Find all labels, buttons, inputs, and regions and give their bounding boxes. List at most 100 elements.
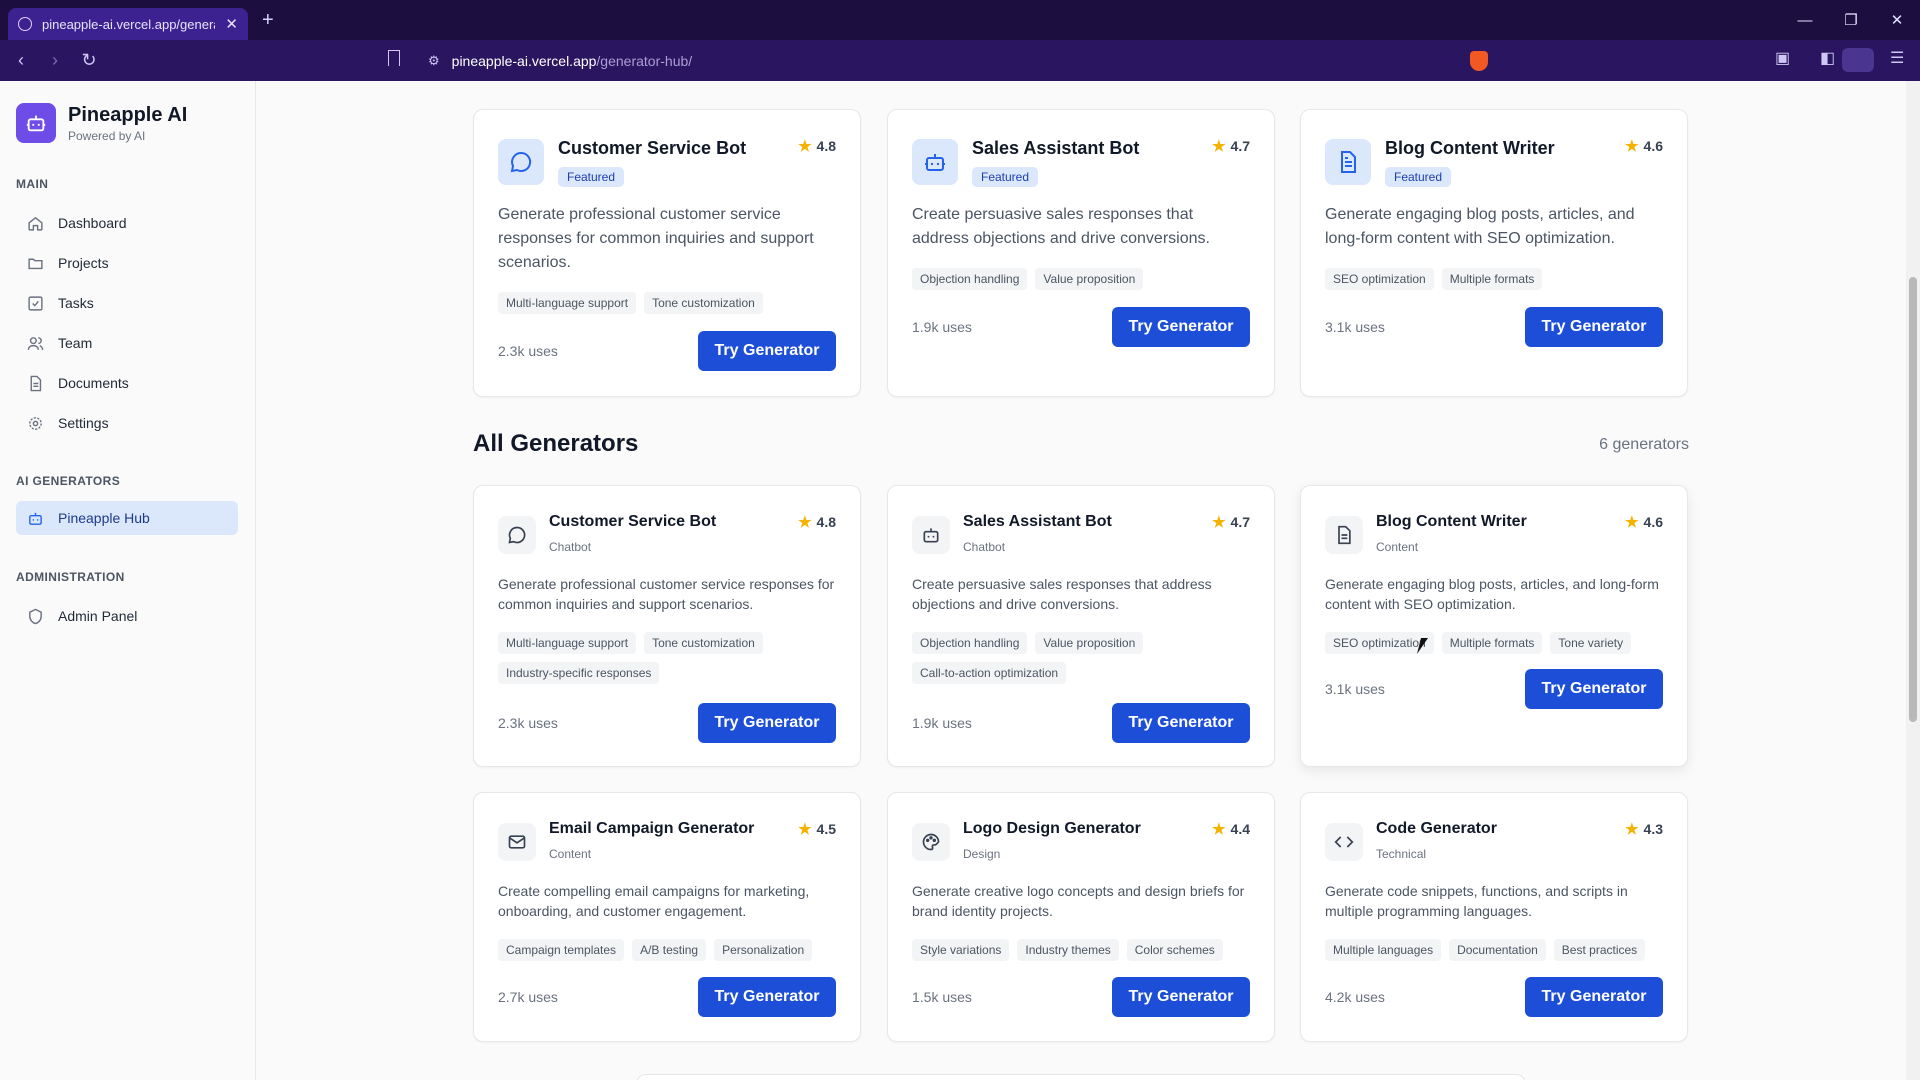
card-title: Logo Design Generator <box>963 820 1141 837</box>
rating: ★ 4.7 <box>1212 513 1250 531</box>
shield-icon <box>26 607 44 625</box>
document-icon <box>1325 516 1363 554</box>
generator-card: Email Campaign Generator ★ 4.5 Content Cr… <box>473 792 861 1042</box>
users-icon <box>26 334 44 352</box>
reload-icon[interactable]: ↻ <box>76 50 102 71</box>
tag: Multiple formats <box>1441 268 1543 290</box>
card-category: Content <box>1376 540 1419 554</box>
tag-list: Multi-language support Tone customizatio… <box>498 632 840 684</box>
tag: Objection handling <box>912 632 1028 654</box>
tag: Documentation <box>1449 939 1546 961</box>
sidebar-item-tasks[interactable]: Tasks <box>16 286 238 320</box>
star-icon: ★ <box>798 138 812 155</box>
back-icon[interactable]: ‹ <box>8 50 34 71</box>
menu-icon[interactable]: ☰ <box>1890 48 1904 68</box>
checkbox-icon <box>26 294 44 312</box>
tag: Tone customization <box>644 292 763 314</box>
sidebar-item-dashboard[interactable]: Dashboard <box>16 206 238 240</box>
restore-icon[interactable]: ❐ <box>1828 0 1874 40</box>
try-generator-button[interactable]: Try Generator <box>1525 977 1663 1017</box>
card-category: Content <box>549 847 592 861</box>
card-title: Blog Content Writer <box>1376 513 1527 530</box>
try-generator-button[interactable]: Try Generator <box>1525 669 1663 709</box>
card-description: Create compelling email campaigns for ma… <box>498 883 810 919</box>
card-title: Sales Assistant Bot <box>972 138 1140 158</box>
minimize-icon[interactable]: — <box>1782 0 1828 40</box>
new-tab-button[interactable]: + <box>262 9 274 32</box>
tag: A/B testing <box>632 939 707 961</box>
star-icon: ★ <box>798 821 812 838</box>
palette-icon <box>912 823 950 861</box>
card-title: Sales Assistant Bot <box>963 513 1112 530</box>
featured-card: Sales Assistant Bot ★ 4.7 Featured Create… <box>887 109 1275 397</box>
robot-icon <box>912 516 950 554</box>
tag-list: Multiple languages Documentation Best pr… <box>1325 939 1667 961</box>
bookmark-icon[interactable] <box>388 50 400 66</box>
tab-title: pineapple-ai.vercel.app/generato <box>42 16 216 32</box>
rating: ★ 4.3 <box>1625 820 1663 838</box>
try-generator-button[interactable]: Try Generator <box>1112 307 1250 347</box>
tag: Multi-language support <box>498 292 637 314</box>
gear-icon <box>26 414 44 432</box>
star-icon: ★ <box>1212 821 1226 838</box>
sidebar-item-team[interactable]: Team <box>16 326 238 360</box>
rating-value: 4.6 <box>1643 138 1663 154</box>
sidebar-item-documents[interactable]: Documents <box>16 366 238 400</box>
sidebar-item-label: Team <box>58 335 93 351</box>
close-tab-icon[interactable]: ✕ <box>225 15 238 33</box>
generator-card: Sales Assistant Bot ★ 4.7 Chatbot Create … <box>887 485 1275 767</box>
sidebar-toggle-icon[interactable]: ◧ <box>1820 48 1835 68</box>
tag: Value proposition <box>1035 632 1144 654</box>
address-bar: ‹ › ↻ ⚙ pineapple-ai.vercel.app/generato… <box>0 40 1920 81</box>
forward-icon[interactable]: › <box>42 50 68 71</box>
usage-count: 1.5k uses <box>912 989 972 1005</box>
generator-card: Customer Service Bot ★ 4.8 Chatbot Genera… <box>473 485 861 767</box>
generator-card: Blog Content Writer ★ 4.6 Content Generat… <box>1300 485 1688 767</box>
rating: ★ 4.7 <box>1212 137 1250 155</box>
sidebar-item-pineapple-hub[interactable]: Pineapple Hub <box>16 501 238 535</box>
rating: ★ 4.4 <box>1212 820 1250 838</box>
try-generator-button[interactable]: Try Generator <box>698 703 836 743</box>
window-close-icon[interactable]: ✕ <box>1874 0 1920 40</box>
sidebar-item-label: Admin Panel <box>58 608 138 624</box>
url-path: /generator-hub/ <box>596 52 693 69</box>
tag: Objection handling <box>912 268 1028 290</box>
generator-card: Logo Design Generator ★ 4.4 Design Genera… <box>887 792 1275 1042</box>
usage-count: 2.3k uses <box>498 343 558 359</box>
page-scrollbar[interactable] <box>1906 81 1920 1080</box>
star-icon: ★ <box>1625 138 1639 155</box>
extensions-button[interactable] <box>1842 48 1874 72</box>
section-title: All Generators <box>473 430 639 457</box>
star-icon: ★ <box>1212 514 1226 531</box>
brave-shield-icon[interactable] <box>1470 51 1488 71</box>
sidebar-item-admin-panel[interactable]: Admin Panel <box>16 599 238 633</box>
url-field[interactable]: ⚙ pineapple-ai.vercel.app/generator-hub/ <box>418 46 1494 75</box>
card-category: Chatbot <box>963 540 1006 554</box>
card-category: Technical <box>1376 847 1427 861</box>
site-settings-icon[interactable]: ⚙ <box>428 53 440 69</box>
try-generator-button[interactable]: Try Generator <box>1112 703 1250 743</box>
browser-tab[interactable]: pineapple-ai.vercel.app/generato ✕ <box>8 8 248 40</box>
try-generator-button[interactable]: Try Generator <box>698 977 836 1017</box>
featured-card: Customer Service Bot ★ 4.8 Featured Gener… <box>473 109 861 397</box>
tag: Tone customization <box>644 632 763 654</box>
rating: ★ 4.6 <box>1625 137 1663 155</box>
card-description: Create persuasive sales responses that a… <box>912 206 1210 247</box>
card-title: Customer Service Bot <box>549 513 717 530</box>
rating-value: 4.7 <box>1230 138 1250 154</box>
robot-logo-icon <box>16 103 56 143</box>
card-description: Generate code snippets, functions, and s… <box>1325 883 1628 919</box>
try-generator-button[interactable]: Try Generator <box>1112 977 1250 1017</box>
try-generator-button[interactable]: Try Generator <box>1525 307 1663 347</box>
sidebar-item-settings[interactable]: Settings <box>16 406 238 440</box>
brand[interactable]: Pineapple AI Powered by AI <box>16 103 187 143</box>
window-controls: — ❐ ✕ <box>1782 0 1920 40</box>
scroll-thumb[interactable] <box>1909 277 1917 722</box>
try-generator-button[interactable]: Try Generator <box>698 331 836 371</box>
chat-bubble-icon <box>498 516 536 554</box>
rating-value: 4.6 <box>1643 514 1663 530</box>
wallet-icon[interactable]: ▣ <box>1775 48 1790 68</box>
sidebar-item-projects[interactable]: Projects <box>16 246 238 280</box>
rating: ★ 4.8 <box>798 513 836 531</box>
rating-value: 4.3 <box>1643 821 1663 837</box>
